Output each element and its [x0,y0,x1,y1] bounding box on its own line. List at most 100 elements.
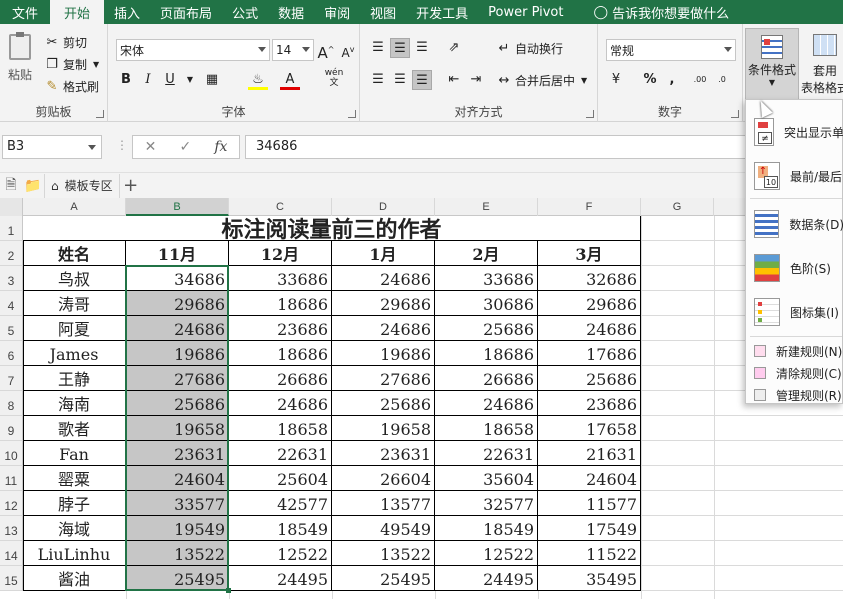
name-cell[interactable]: James [23,341,126,366]
fill-handle[interactable] [226,588,231,593]
row-header-10[interactable]: 10 [0,441,23,466]
value-cell[interactable]: 34686 [126,266,229,291]
new-rule-item[interactable]: 新建规则(N) [746,340,843,362]
clipboard-launcher-icon[interactable] [96,110,104,118]
name-cell[interactable]: 酱油 [23,566,126,591]
value-cell[interactable]: 24686 [229,391,332,416]
row-header-11[interactable]: 11 [0,466,23,491]
fill-color-icon[interactable]: ♨ [248,70,268,90]
cancel-icon[interactable]: ✕ [145,139,157,155]
row-header-12[interactable]: 12 [0,491,23,516]
number-launcher-icon[interactable] [731,110,739,118]
value-cell[interactable]: 35495 [538,566,641,591]
bold-button[interactable]: B [116,70,136,90]
new-document-icon[interactable]: 🗎 [0,175,22,197]
orientation-icon[interactable]: ⇗ [444,38,464,58]
value-cell[interactable]: 27686 [126,366,229,391]
value-cell[interactable]: 24495 [229,566,332,591]
increase-indent-icon[interactable]: ⇥ [466,70,486,90]
underline-button[interactable]: U [160,70,180,90]
align-left-icon[interactable]: ☰ [368,70,388,90]
increase-decimal-icon[interactable]: .00 [690,70,710,90]
insert-function-button[interactable]: fx [214,139,227,155]
value-cell[interactable]: 12522 [435,541,538,566]
header-cell[interactable]: 12月 [229,241,332,266]
value-cell[interactable]: 23631 [126,441,229,466]
value-cell[interactable]: 18686 [229,291,332,316]
font-size-select[interactable]: 14 [272,39,314,61]
tab-review[interactable]: 审阅 [314,0,360,24]
select-all-corner[interactable] [0,198,23,216]
align-bottom-icon[interactable]: ☰ [412,38,432,58]
row-header-2[interactable]: 2 [0,241,23,266]
value-cell[interactable]: 19658 [126,416,229,441]
column-header-e[interactable]: E [435,198,538,216]
value-cell[interactable]: 26686 [229,366,332,391]
header-cell[interactable]: 1月 [332,241,435,266]
cut-button[interactable]: ✂ 剪切 [44,34,87,51]
header-cell[interactable]: 姓名 [23,241,126,266]
value-cell[interactable]: 24686 [538,316,641,341]
value-cell[interactable]: 18658 [229,416,332,441]
tab-data[interactable]: 数据 [268,0,314,24]
value-cell[interactable]: 18549 [435,516,538,541]
name-box[interactable]: B3 [2,135,102,159]
clear-rules-item[interactable]: 清除规则(C) [746,362,843,384]
paste-button[interactable]: 粘贴 [4,32,36,83]
value-cell[interactable]: 25686 [332,391,435,416]
value-cell[interactable]: 22631 [435,441,538,466]
value-cell[interactable]: 13522 [332,541,435,566]
name-cell[interactable]: 歌者 [23,416,126,441]
tab-developer[interactable]: 开发工具 [406,0,478,24]
align-middle-icon[interactable]: ☰ [390,38,410,58]
folder-icon[interactable]: 📁 [22,175,44,197]
align-top-icon[interactable]: ☰ [368,38,388,58]
value-cell[interactable]: 24604 [538,466,641,491]
column-header-f[interactable]: F [538,198,641,216]
column-header-a[interactable]: A [23,198,126,216]
row-header-9[interactable]: 9 [0,416,23,441]
decrease-indent-icon[interactable]: ⇤ [444,70,464,90]
value-cell[interactable]: 23631 [332,441,435,466]
row-header-4[interactable]: 4 [0,291,23,316]
value-cell[interactable]: 24686 [126,316,229,341]
value-cell[interactable]: 22631 [229,441,332,466]
row-header-8[interactable]: 8 [0,391,23,416]
name-cell[interactable]: Fan [23,441,126,466]
wrap-text-button[interactable]: ↵ 自动换行 [496,40,563,57]
phonetic-icon[interactable]: wén 文 [322,68,346,88]
shrink-font-icon[interactable]: Av [338,40,358,60]
merge-center-button[interactable]: ↔ 合并后居中 ▼ [496,72,588,89]
value-cell[interactable]: 19549 [126,516,229,541]
sheet-title[interactable]: 标注阅读量前三的作者 [23,216,641,241]
value-cell[interactable]: 17686 [538,341,641,366]
row-header-14[interactable]: 14 [0,541,23,566]
row-header-5[interactable]: 5 [0,316,23,341]
value-cell[interactable]: 29686 [538,291,641,316]
tab-formulas[interactable]: 公式 [222,0,268,24]
name-cell[interactable]: 海域 [23,516,126,541]
value-cell[interactable]: 24604 [126,466,229,491]
column-header-d[interactable]: D [332,198,435,216]
value-cell[interactable]: 24686 [435,391,538,416]
value-cell[interactable]: 19686 [332,341,435,366]
value-cell[interactable]: 30686 [435,291,538,316]
value-cell[interactable]: 25495 [126,566,229,591]
value-cell[interactable]: 26604 [332,466,435,491]
value-cell[interactable]: 24686 [332,316,435,341]
name-cell[interactable]: 涛哥 [23,291,126,316]
tab-view[interactable]: 视图 [360,0,406,24]
value-cell[interactable]: 33577 [126,491,229,516]
value-cell[interactable]: 25495 [332,566,435,591]
value-cell[interactable]: 25686 [126,391,229,416]
conditional-formatting-button[interactable]: 条件格式 ▼ [745,28,799,100]
format-as-table-button[interactable]: 套用 表格格式 [800,34,843,96]
tab-insert[interactable]: 插入 [104,0,150,24]
value-cell[interactable]: 21631 [538,441,641,466]
value-cell[interactable]: 29686 [126,291,229,316]
value-cell[interactable]: 24686 [332,266,435,291]
value-cell[interactable]: 11522 [538,541,641,566]
italic-button[interactable]: I [138,70,158,90]
chevron-down-icon[interactable]: ▼ [180,70,200,90]
row-header-3[interactable]: 3 [0,266,23,291]
